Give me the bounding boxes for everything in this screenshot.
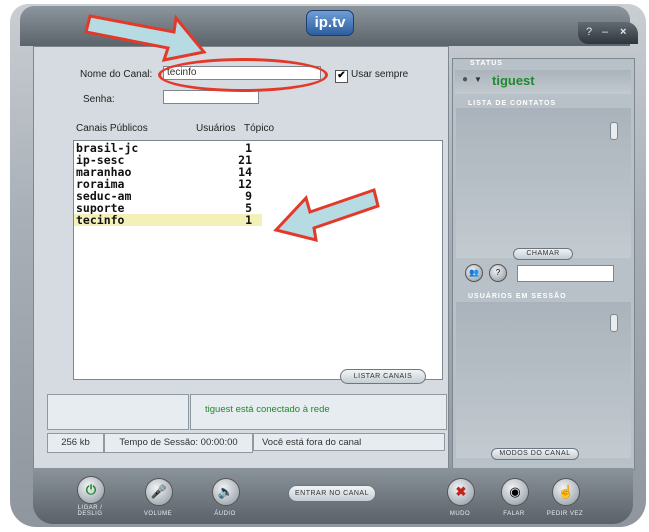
minimize-icon[interactable]: – [602,26,608,38]
channel-status: Você está fora do canal [253,433,445,451]
session-scrollbar[interactable] [610,314,618,332]
always-use-checkbox[interactable]: ✔ [335,70,348,83]
table-row[interactable]: maranhao 14 [74,166,442,178]
table-row[interactable]: seduc-am 9 [74,190,442,202]
annotation-arrow-top [84,14,207,62]
password-label: Senha: [83,94,115,105]
power-label: LIGAR / DESLIG [77,505,103,517]
message-box: tiguest está conectado à rede [190,394,447,430]
session-users-list[interactable] [456,302,631,458]
message-box-left [47,394,189,430]
volume-icon[interactable]: 🎤 [145,478,173,506]
presence-icon[interactable]: ● [462,74,468,85]
always-use-label: Usar sempre [351,69,409,80]
audio-label: ÁUDIO [214,511,236,517]
column-header-users[interactable]: Usuários [196,123,235,134]
volume-label: VOLUME [143,511,173,517]
annotation-arrow-list [273,188,380,243]
window-controls: ? – × [578,22,638,44]
contacts-scrollbar[interactable] [610,122,618,140]
help-contact-icon[interactable]: ? [489,264,507,282]
ask-turn-icon[interactable]: ☝ [552,478,580,506]
speak-icon[interactable]: ◉ [501,478,529,506]
mute-label: MUDO [449,511,471,517]
app-logo: ip.tv [306,10,354,36]
call-button[interactable]: CHAMAR [513,248,573,260]
channel-mode-button[interactable]: MODOS DO CANAL [491,448,579,460]
table-row[interactable]: suporte 5 [74,202,442,214]
ask-turn-label: PEDIR VEZ [546,511,584,517]
speak-label: FALAR [503,511,525,517]
connection-message: tiguest está conectado à rede [205,404,330,415]
bandwidth-indicator: 256 kb [47,433,104,453]
channel-list[interactable]: brasil-jc 1 ip-sesc 21 maranhao 14 roraima 1… [73,140,443,380]
status-header: STATUS [470,60,503,67]
contact-search-input[interactable] [517,265,614,282]
column-header-channels[interactable]: Canais Públicos [76,123,148,134]
user-name: tiguest [492,73,535,88]
list-channels-button[interactable]: LISTAR CANAIS [340,369,426,384]
session-users-header: USUÁRIOS EM SESSÃO [468,293,567,300]
mute-icon[interactable]: ✖ [447,478,475,506]
column-header-topic[interactable]: Tópico [244,123,274,134]
chevron-down-icon[interactable]: ▼ [474,75,482,84]
audio-icon[interactable]: 🔈 [212,478,240,506]
table-row[interactable]: brasil-jc 1 [74,142,442,154]
power-icon[interactable]: ⏻ [77,476,105,504]
add-contact-icon[interactable]: 👥 [465,264,483,282]
contacts-list[interactable] [456,108,631,258]
contacts-header: LISTA DE CONTATOS [468,100,557,107]
session-time: Tempo de Sessão: 00:00:00 [104,433,253,453]
channel-name-label: Nome do Canal: [80,69,153,80]
enter-channel-button[interactable]: ENTRAR NO CANAL [288,485,376,502]
close-icon[interactable]: × [620,26,626,38]
table-row-selected[interactable]: tecinfo 1 [74,214,262,226]
help-icon[interactable]: ? [586,26,592,38]
password-input[interactable] [163,90,259,104]
